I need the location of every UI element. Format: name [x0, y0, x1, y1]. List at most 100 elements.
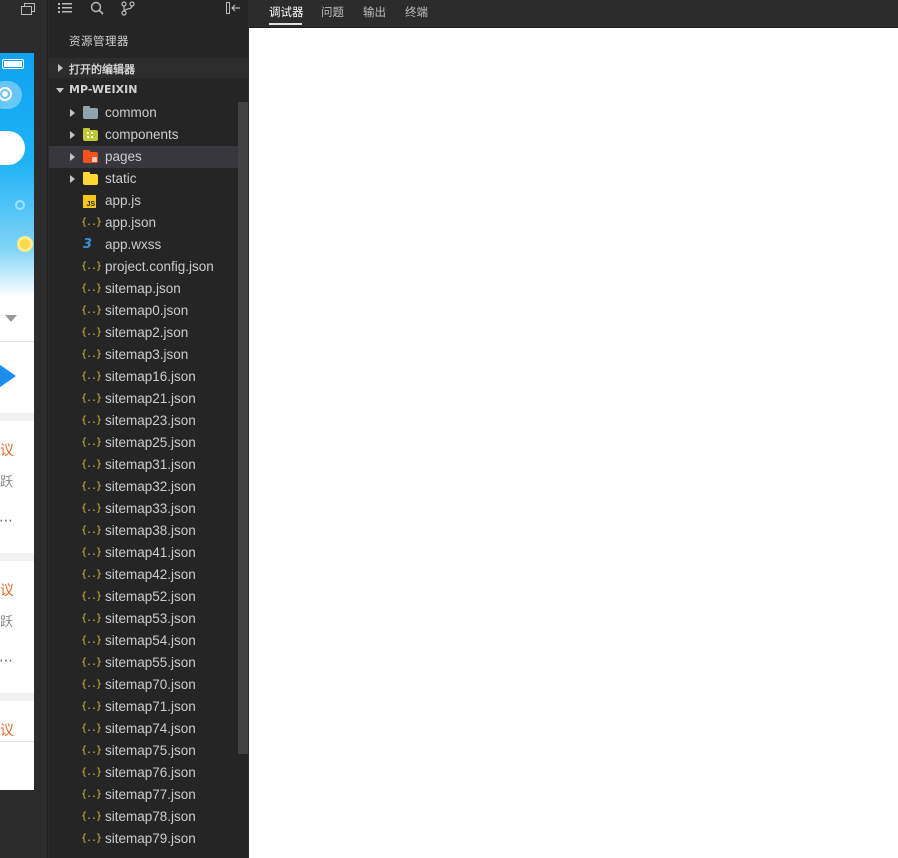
- tree-item-label: sitemap79.json: [105, 831, 196, 846]
- tree-file[interactable]: {..} sitemap25.json: [49, 432, 248, 454]
- list-icon[interactable]: [58, 2, 72, 14]
- explorer-toolbar: [49, 0, 248, 20]
- explorer-title: 资源管理器: [69, 34, 129, 48]
- tree-file[interactable]: {..} sitemap42.json: [49, 564, 248, 586]
- json-file-icon: {..}: [81, 569, 102, 580]
- chevron-right-icon: [58, 64, 63, 72]
- tree-file[interactable]: {..} sitemap31.json: [49, 454, 248, 476]
- tab-terminal[interactable]: 终端: [405, 5, 428, 19]
- tree-file[interactable]: {..} sitemap.json: [49, 278, 248, 300]
- tree-file[interactable]: {..} sitemap52.json: [49, 586, 248, 608]
- json-file-icon: {..}: [81, 349, 102, 360]
- json-file-icon: {..}: [81, 415, 102, 426]
- tree-item-label: sitemap2.json: [105, 325, 189, 340]
- folder-icon: [83, 172, 98, 185]
- json-file-icon: {..}: [81, 613, 102, 624]
- source-control-icon[interactable]: [121, 1, 135, 16]
- tree-file[interactable]: {..} sitemap76.json: [49, 762, 248, 784]
- tree-file[interactable]: {..} sitemap54.json: [49, 630, 248, 652]
- tree-file[interactable]: {..} sitemap78.json: [49, 806, 248, 828]
- tab-output[interactable]: 输出: [363, 5, 386, 19]
- debug-panel: 调试器 问题 输出 终端: [249, 0, 898, 858]
- tab-problems[interactable]: 问题: [321, 5, 344, 19]
- tree-item-label: components: [105, 127, 179, 142]
- tree-file[interactable]: {..} sitemap33.json: [49, 498, 248, 520]
- json-file-icon: {..}: [81, 811, 102, 822]
- tree-file[interactable]: {..} sitemap79.json: [49, 828, 248, 850]
- tree-file[interactable]: {..} sitemap32.json: [49, 476, 248, 498]
- tree-item-label: sitemap0.json: [105, 303, 189, 318]
- tree-folder-static[interactable]: static: [49, 168, 248, 190]
- section-gap: [0, 693, 34, 701]
- tree-item-label: app.js: [105, 193, 142, 208]
- tree-file[interactable]: {..} sitemap38.json: [49, 520, 248, 542]
- tree-file[interactable]: {..} app.json: [49, 212, 248, 234]
- tree-item-label: sitemap23.json: [105, 413, 196, 428]
- tree-item-label: sitemap3.json: [105, 347, 189, 362]
- card-meta-fragment: 跃: [0, 615, 14, 630]
- tree-file[interactable]: 3 app.wxss: [49, 234, 248, 256]
- json-file-icon: {..}: [81, 261, 102, 272]
- simulator-panel: 议 跃 ⋯ 议 跃 ⋯ 议: [0, 0, 48, 858]
- dropdown-arrow-icon[interactable]: [5, 315, 17, 322]
- tree-file[interactable]: {..} sitemap55.json: [49, 652, 248, 674]
- json-file-icon: {..}: [81, 833, 102, 844]
- tree-file[interactable]: {..} sitemap41.json: [49, 542, 248, 564]
- card-title-fragment: 议: [0, 723, 14, 739]
- tree-file[interactable]: {..} sitemap71.json: [49, 696, 248, 718]
- restore-window-icon[interactable]: [20, 2, 36, 16]
- json-file-icon: {..}: [81, 701, 102, 712]
- tree-item-label: sitemap33.json: [105, 501, 196, 516]
- tree-file[interactable]: {..} sitemap74.json: [49, 718, 248, 740]
- pages-folder-icon: [83, 150, 98, 163]
- chevron-right-icon: [70, 175, 75, 183]
- tree-folder-components[interactable]: components: [49, 124, 248, 146]
- tree-folder-common[interactable]: common: [49, 102, 248, 124]
- tree-item-label: sitemap75.json: [105, 743, 196, 758]
- tree-item-label: sitemap31.json: [105, 457, 196, 472]
- tree-file[interactable]: {..} sitemap70.json: [49, 674, 248, 696]
- tree-file[interactable]: {..} sitemap77.json: [49, 784, 248, 806]
- tree-file[interactable]: {..} sitemap2.json: [49, 322, 248, 344]
- tree-file[interactable]: {..} sitemap0.json: [49, 300, 248, 322]
- tab-debugger[interactable]: 调试器: [269, 5, 304, 19]
- json-file-icon: {..}: [81, 745, 102, 756]
- section-gap: [0, 553, 34, 561]
- tree-file[interactable]: JS app.js: [49, 190, 248, 212]
- blue-arrow-icon: [0, 358, 16, 394]
- tree-item-label: sitemap76.json: [105, 765, 196, 780]
- divider: [0, 341, 34, 342]
- tree-file[interactable]: {..} project.config.json: [49, 256, 248, 278]
- tree-file[interactable]: {..} sitemap3.json: [49, 344, 248, 366]
- tree-item-label: common: [105, 105, 157, 120]
- tree-file[interactable]: {..} sitemap21.json: [49, 388, 248, 410]
- more-icon[interactable]: ⋯: [0, 653, 14, 667]
- tree-item-label: sitemap53.json: [105, 611, 196, 626]
- phone-screen[interactable]: 议 跃 ⋯ 议 跃 ⋯ 议: [0, 53, 34, 790]
- section-open-editors[interactable]: 打开的编辑器: [49, 58, 248, 78]
- search-icon[interactable]: [90, 1, 104, 15]
- section-gap: [0, 413, 34, 421]
- tree-item-label: sitemap54.json: [105, 633, 196, 648]
- more-icon[interactable]: ⋯: [0, 513, 14, 527]
- explorer-scrollbar[interactable]: [238, 102, 248, 754]
- json-file-icon: {..}: [81, 679, 102, 690]
- json-file-icon: {..}: [81, 327, 102, 338]
- tree-file[interactable]: {..} sitemap16.json: [49, 366, 248, 388]
- tree-item-label: sitemap78.json: [105, 809, 196, 824]
- tree-folder-pages[interactable]: pages: [49, 146, 248, 168]
- section-mp-weixin[interactable]: MP-WEIXIN: [49, 80, 248, 100]
- tree-item-label: pages: [105, 149, 142, 164]
- collapse-panel-icon[interactable]: [226, 2, 240, 14]
- tree-item-label: sitemap71.json: [105, 699, 196, 714]
- debug-content[interactable]: [249, 29, 898, 858]
- coin-decoration-icon: [17, 236, 33, 252]
- active-tab-indicator: [269, 23, 302, 25]
- tree-file[interactable]: {..} sitemap23.json: [49, 410, 248, 432]
- components-folder-icon: [83, 128, 98, 141]
- tree-item-label: sitemap41.json: [105, 545, 196, 560]
- tree-file[interactable]: {..} sitemap53.json: [49, 608, 248, 630]
- json-file-icon: {..}: [81, 767, 102, 778]
- tree-file[interactable]: {..} sitemap75.json: [49, 740, 248, 762]
- tree-item-label: sitemap52.json: [105, 589, 196, 604]
